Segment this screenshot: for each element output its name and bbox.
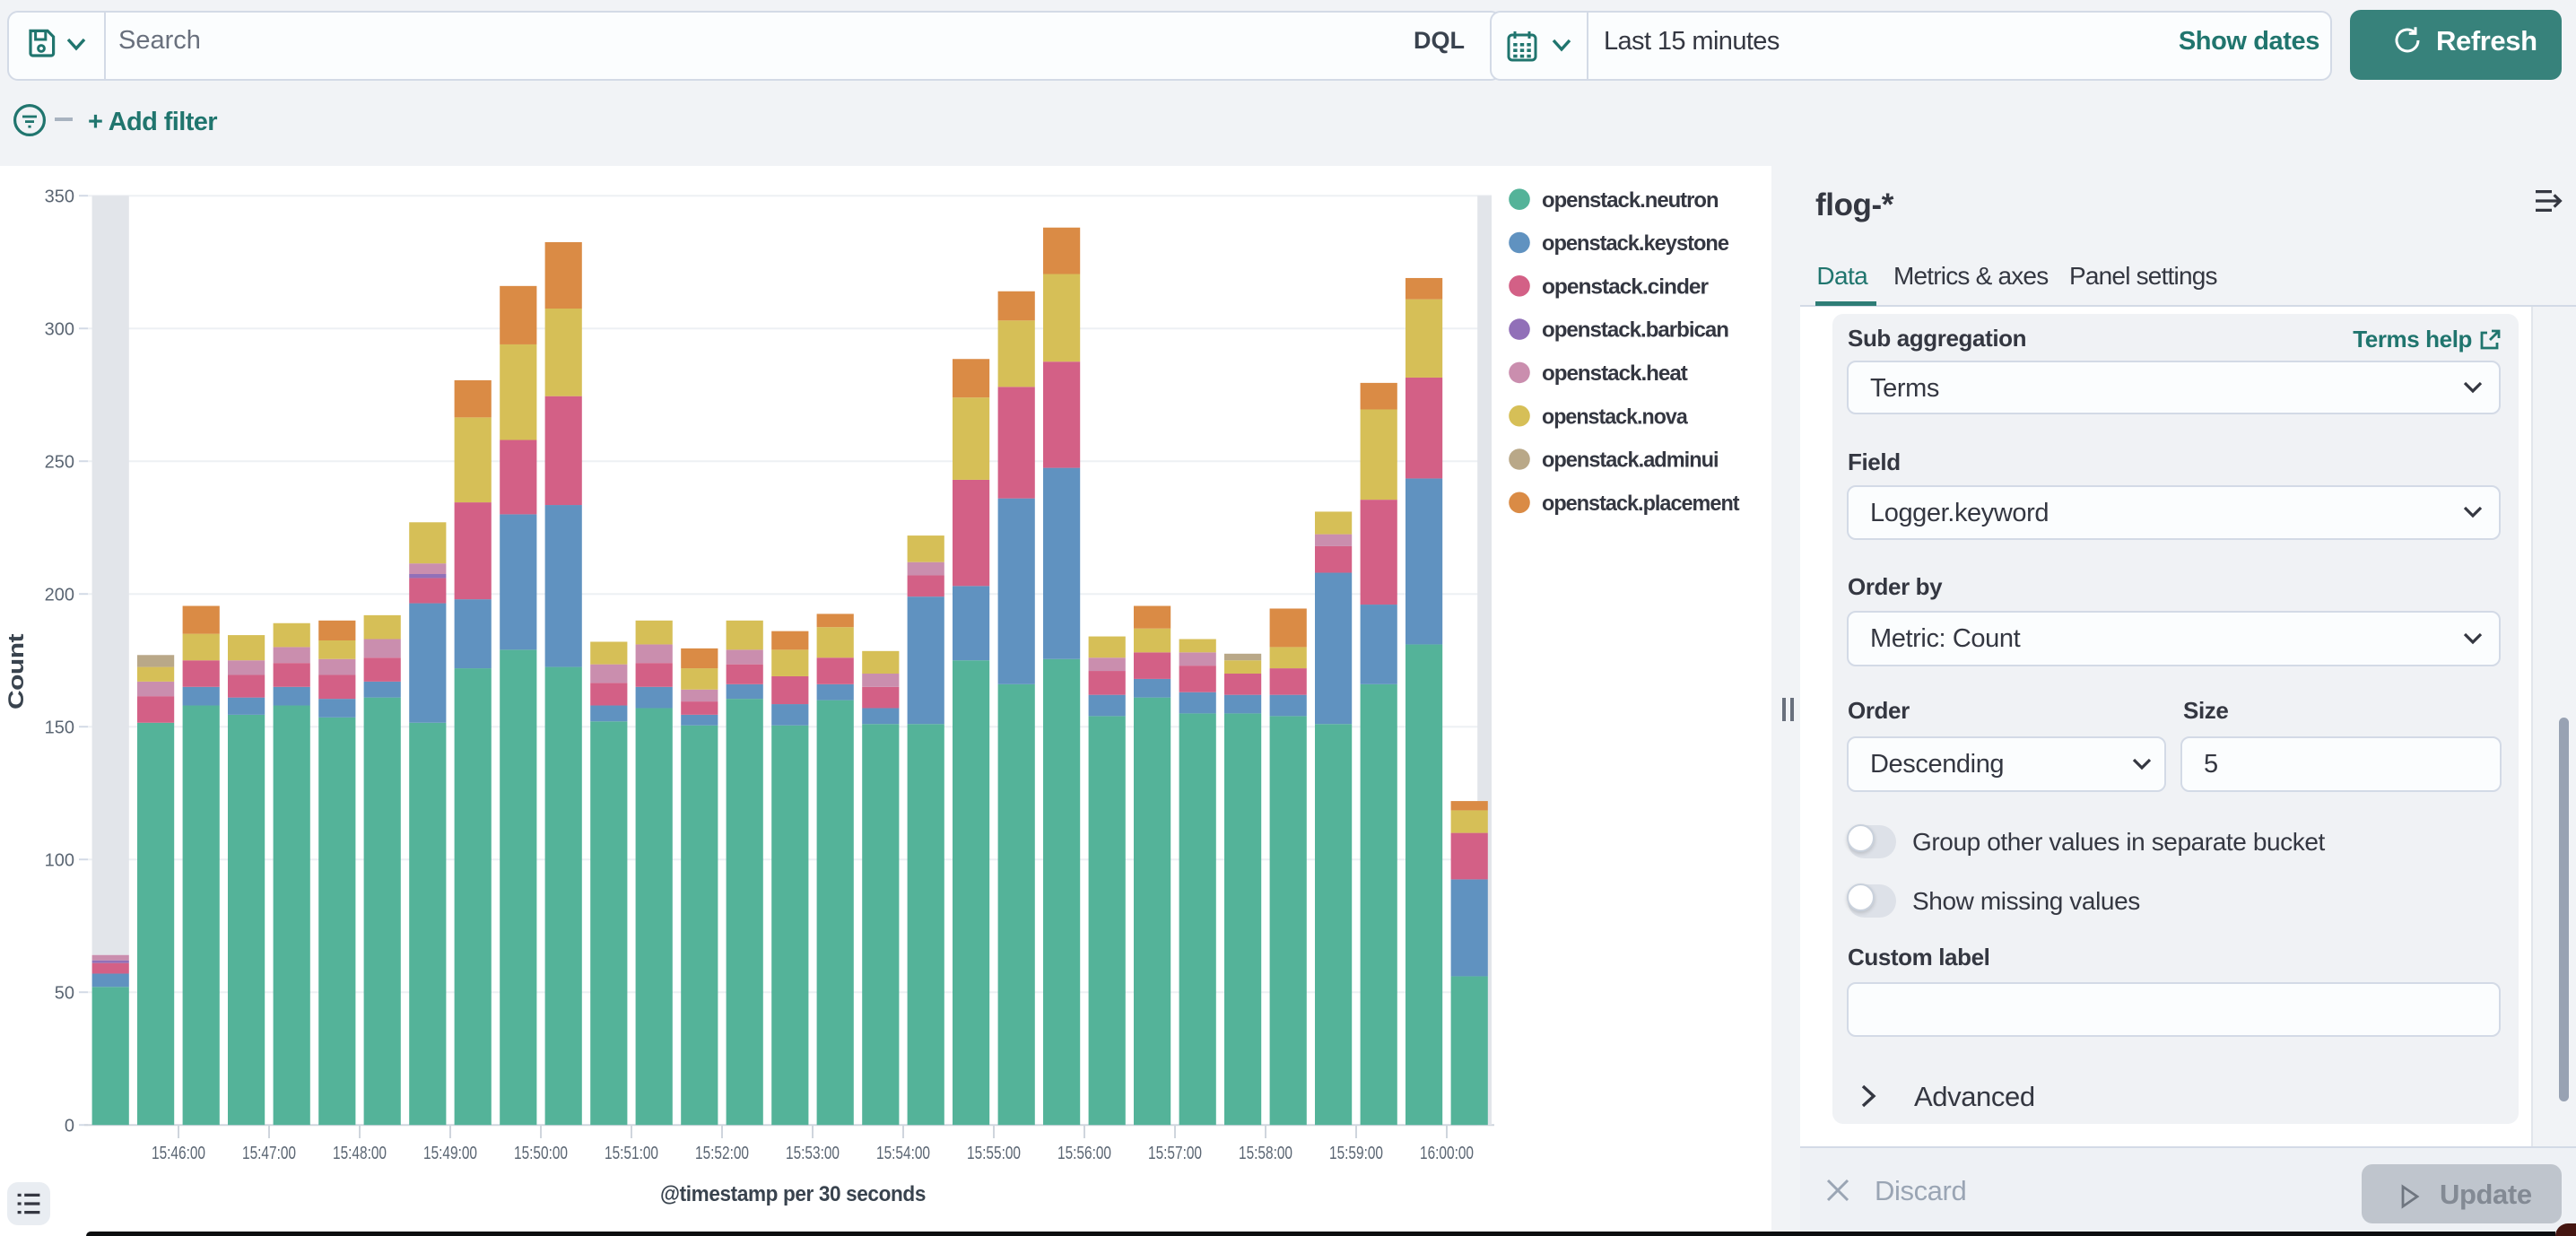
svg-text:15:56:00: 15:56:00 [1057, 1144, 1111, 1163]
svg-text:100: 100 [45, 850, 74, 870]
svg-text:15:58:00: 15:58:00 [1239, 1144, 1292, 1163]
svg-text:16:00:00: 16:00:00 [1420, 1144, 1474, 1163]
svg-text:15:57:00: 15:57:00 [1148, 1144, 1202, 1163]
svg-text:15:50:00: 15:50:00 [514, 1144, 568, 1163]
svg-text:15:49:00: 15:49:00 [423, 1144, 477, 1163]
svg-text:openstack.barbican: openstack.barbican [1542, 318, 1728, 342]
svg-text:Count: Count [4, 633, 29, 709]
svg-text:openstack.adminui: openstack.adminui [1542, 448, 1719, 472]
svg-text:15:53:00: 15:53:00 [786, 1144, 840, 1163]
svg-text:150: 150 [45, 718, 74, 737]
svg-text:@timestamp per 30 seconds: @timestamp per 30 seconds [660, 1182, 926, 1206]
svg-text:350: 350 [45, 187, 74, 206]
svg-text:15:54:00: 15:54:00 [876, 1144, 930, 1163]
svg-text:15:52:00: 15:52:00 [695, 1144, 749, 1163]
svg-text:15:48:00: 15:48:00 [333, 1144, 387, 1163]
svg-text:openstack.keystone: openstack.keystone [1542, 231, 1729, 256]
svg-text:15:46:00: 15:46:00 [152, 1144, 205, 1163]
svg-text:250: 250 [45, 452, 74, 472]
svg-text:15:59:00: 15:59:00 [1329, 1144, 1383, 1163]
svg-text:openstack.placement: openstack.placement [1542, 492, 1740, 516]
svg-text:openstack.heat: openstack.heat [1542, 361, 1688, 386]
svg-text:200: 200 [45, 585, 74, 605]
svg-text:openstack.nova: openstack.nova [1542, 405, 1688, 429]
svg-text:openstack.neutron: openstack.neutron [1542, 188, 1719, 213]
svg-text:0: 0 [65, 1116, 74, 1136]
svg-text:300: 300 [45, 319, 74, 339]
svg-text:15:47:00: 15:47:00 [242, 1144, 296, 1163]
svg-text:15:55:00: 15:55:00 [967, 1144, 1021, 1163]
svg-text:15:51:00: 15:51:00 [605, 1144, 658, 1163]
svg-text:openstack.cinder: openstack.cinder [1542, 274, 1709, 299]
svg-text:50: 50 [55, 983, 74, 1003]
